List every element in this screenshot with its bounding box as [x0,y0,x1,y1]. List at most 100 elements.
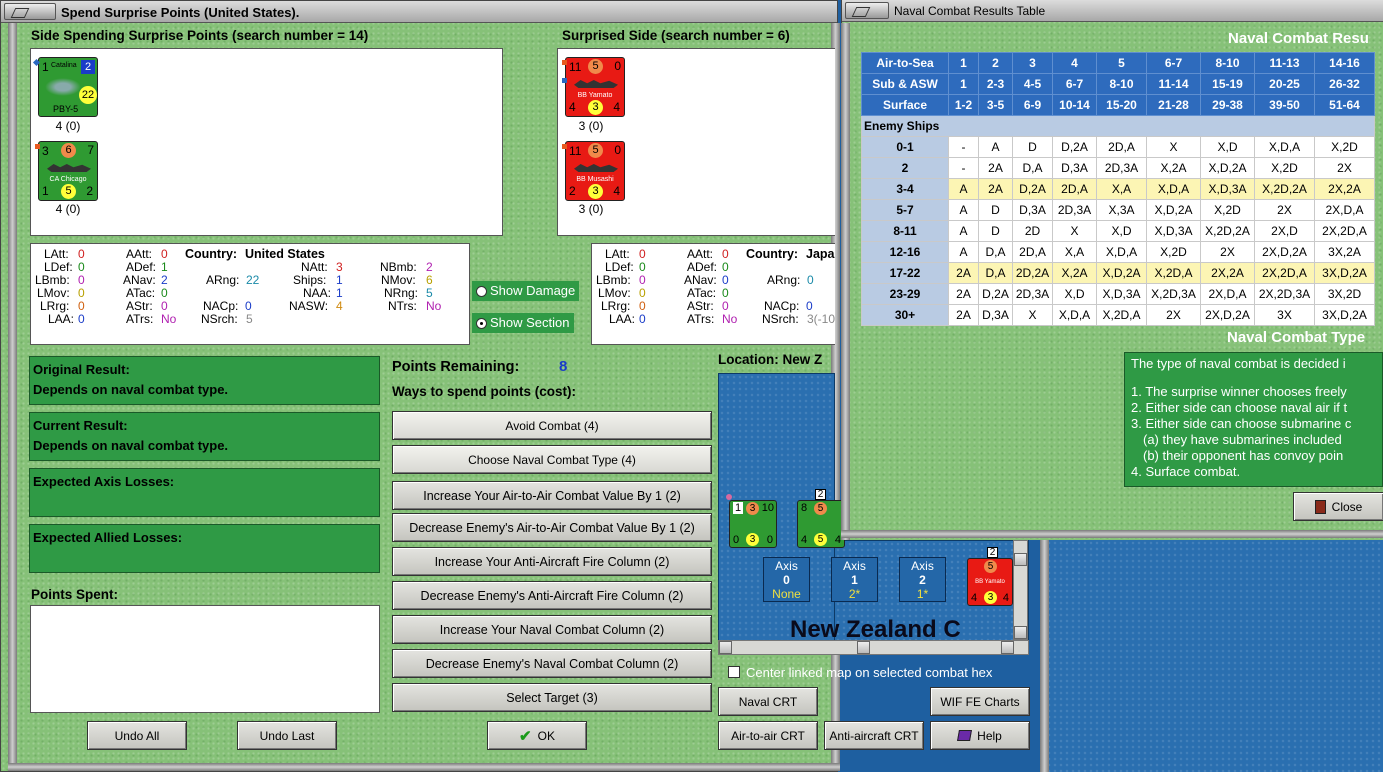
scroll-left-icon[interactable] [719,641,732,654]
crt-cell: 2A [948,283,979,305]
stat-label: ATrs: [687,312,715,326]
crt-cell: 2X,2A [1200,262,1255,284]
unit-value: 0 [614,143,621,157]
axis-box[interactable]: Axis 2 1* [899,557,946,602]
window-menu-icon[interactable] [845,2,889,19]
crt-cell: X,D,A [1146,178,1201,200]
crt-header-row: Air-to-Sea 1 2 3 4 5 6-7 8-10 11-13 14-1… [861,52,1375,74]
crt-header-cell: 15-20 [1096,94,1147,116]
main-map[interactable] [1040,540,1383,772]
increase-anti-aircraft-button[interactable]: Increase Your Anti-Aircraft Fire Column … [392,547,712,576]
right-window-titlebar[interactable]: Naval Combat Results Table [842,0,1383,22]
crt-cell: A [948,199,979,221]
unit-counter-ca-chicago[interactable]: 3 6 7 CA Chicago 1 5 2 [35,141,98,201]
crt-cell: D [978,199,1013,221]
unit-name: Catalina [51,62,77,69]
crt-cell: 2X,D,A [1200,283,1255,305]
show-section-radio[interactable]: Show Section [472,313,574,333]
scroll-down-icon[interactable] [1014,626,1027,639]
points-spent-label: Points Spent: [31,587,118,602]
increase-air-to-air-button[interactable]: Increase Your Air-to-Air Combat Value By… [392,481,712,510]
unit-bottom-name: PBY-5 [53,104,79,114]
crt-header-cell: 11-14 [1146,73,1201,95]
crt-cell: 2A [978,157,1013,179]
decrease-enemy-anti-aircraft-button[interactable]: Decrease Enemy's Anti-Aircraft Fire Colu… [392,581,712,610]
choose-naval-combat-type-button[interactable]: Choose Naval Combat Type (4) [392,445,712,474]
type-text-line: (b) their opponent has convoy poin [1143,448,1344,463]
map-unit-stack-count: 2 [815,489,826,500]
crt-enemy-ships-row: Enemy Ships [861,115,1375,137]
crt-cell: 2D,A [1012,241,1053,263]
unit-value: 3 [42,144,49,158]
map-unit-counter[interactable]: 1 3 10 0 3 0 [726,494,777,548]
crt-row-label: 5-7 [861,199,949,221]
window-menu-icon[interactable] [4,3,56,20]
crt-header-cell: 6-7 [1052,73,1097,95]
crt-cell: 2D,A [1052,178,1097,200]
crt-cell: 3X,2A [1314,241,1375,263]
crt-cell: 2X,D,2A [1254,241,1315,263]
crt-cell: 2D,3A [1052,199,1097,221]
map-unit-counter[interactable]: 8 5 4 5 4 [797,500,845,548]
anti-aircraft-crt-button[interactable]: Anti-aircraft CRT [824,721,924,750]
decrease-enemy-naval-combat-button[interactable]: Decrease Enemy's Naval Combat Column (2) [392,649,712,678]
help-button[interactable]: Help [930,721,1030,750]
center-linked-map-checkbox[interactable] [728,666,740,678]
unit-counter-catalina[interactable]: Catalina 1 2 22 PBY-5 [32,57,98,117]
crt-cell: X,D,2A [1146,199,1201,221]
map-vertical-scrollbar[interactable] [1013,540,1028,640]
crt-header-cell: 6-9 [1012,94,1053,116]
map-horizontal-scrollbar[interactable] [718,640,1029,655]
increase-naval-combat-button[interactable]: Increase Your Naval Combat Column (2) [392,615,712,644]
left-window-titlebar[interactable]: Spend Surprise Points (United States). [1,1,837,23]
ok-button[interactable]: ✔ OK [487,721,587,750]
crt-row: 8-11 A D 2D X X,D X,D,3A X,2D,2A 2X,D 2X,2D,A [861,220,1375,242]
air-to-air-crt-button[interactable]: Air-to-air CRT [718,721,818,750]
right-frame-bottom [841,530,1383,538]
map-unit-stack-count: 2 [987,547,998,558]
unit-value: 2 [569,184,576,198]
points-spent-list[interactable] [30,605,380,713]
stat-label: ATrs: [126,312,154,326]
unit-mid-circle: 5 [588,143,603,158]
scroll-thumb[interactable] [857,641,870,654]
crt-header-cell: 2-3 [978,73,1013,95]
crt-header-cell: 15-19 [1200,73,1255,95]
undo-last-button[interactable]: Undo Last [237,721,337,750]
unit-value: 1 [42,60,49,74]
map-unit-bb-yamato[interactable]: 5 BB Yamato 4 3 4 [967,558,1013,606]
undo-all-button[interactable]: Undo All [87,721,187,750]
naval-crt-button[interactable]: Naval CRT [718,687,818,716]
crt-cell: 2D,A [1096,136,1147,158]
unit-stack-icon [35,144,40,149]
left-window-title: Spend Surprise Points (United States). [61,5,300,20]
crt-row: 0-1 - A D D,2A 2D,A X X,D X,D,A X,2D [861,136,1375,158]
decrease-enemy-air-to-air-button[interactable]: Decrease Enemy's Air-to-Air Combat Value… [392,513,712,542]
unit-counter-bb-yamato[interactable]: 11 5 0 BB Yamato 4 3 4 [562,57,625,117]
unit-value: 7 [87,143,94,157]
stat-label: LAA: [48,312,75,326]
type-text-line [1131,372,1376,384]
unit-value: 2 [86,184,93,198]
crt-header-cell: 39-50 [1254,94,1315,116]
axis-box[interactable]: Axis 1 2* [831,557,878,602]
stat-value: 4 [336,299,343,313]
naval-crt-table: Air-to-Sea 1 2 3 4 5 6-7 8-10 11-13 14-1… [861,52,1375,326]
crt-cell: X,D [1096,220,1147,242]
select-target-button[interactable]: Select Target (3) [392,683,712,712]
points-remaining-value: 8 [559,358,568,375]
show-damage-radio[interactable]: Show Damage [472,281,580,301]
wif-fe-charts-button[interactable]: WIF FE Charts [930,687,1030,716]
unit-name: BB Yamato [577,92,613,99]
crt-row-label: 23-29 [861,283,949,305]
scroll-right-icon[interactable] [1001,641,1014,654]
axis-box[interactable]: Axis 0 None [763,557,810,602]
unit-counter-bb-musashi[interactable]: 11 5 0 BB Musashi 2 3 4 [562,141,625,201]
help-book-icon [957,730,973,741]
avoid-combat-button[interactable]: Avoid Combat (4) [392,411,712,440]
crt-cell: X,2D [1200,199,1255,221]
crt-cell: X,2D [1314,136,1375,158]
scroll-thumb[interactable] [1014,553,1027,566]
close-button[interactable]: Close [1293,492,1383,521]
expected-axis-label: Expected Axis Losses: [33,474,175,489]
